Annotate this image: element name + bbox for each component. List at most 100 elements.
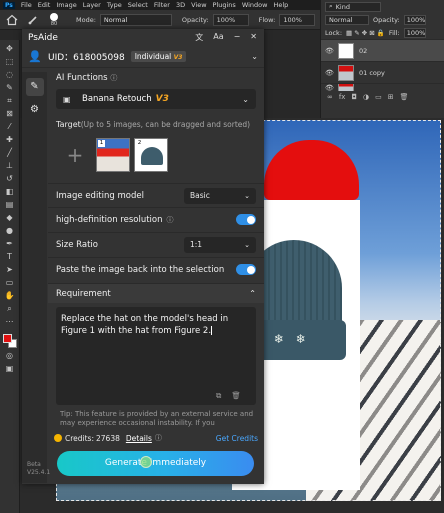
brush-tool-active-icon[interactable]: ╱: [5, 148, 15, 158]
pen-tool-icon[interactable]: ✒: [5, 239, 15, 249]
layer-blend-row: Normal Opacity: 100%: [321, 13, 444, 26]
add-mask-icon[interactable]: ◘: [351, 93, 357, 101]
blur-tool-icon[interactable]: ◆: [5, 213, 15, 223]
font-size-icon[interactable]: Aa: [213, 32, 223, 43]
quick-select-tool-icon[interactable]: ✎: [5, 83, 15, 93]
menu-filter[interactable]: Filter: [154, 1, 170, 9]
credits-row: Credits: 27638 Details ⓘ Get Credits: [48, 431, 264, 445]
clear-text-icon[interactable]: 🗑: [231, 391, 241, 401]
hd-toggle[interactable]: [236, 214, 256, 225]
menu-edit[interactable]: Edit: [38, 1, 51, 9]
prompt-library-icon[interactable]: ⧉: [216, 391, 221, 401]
minimize-icon[interactable]: −: [234, 32, 241, 43]
dodge-tool-icon[interactable]: ●: [5, 226, 15, 236]
frame-tool-icon[interactable]: ⊠: [5, 109, 15, 119]
brush-size-picker[interactable]: 80: [50, 12, 58, 27]
details-link[interactable]: Details: [126, 434, 152, 443]
chevron-down-icon[interactable]: ⌄: [251, 52, 258, 61]
eye-icon[interactable]: 👁: [325, 47, 334, 55]
flow-field[interactable]: 100%: [279, 13, 316, 26]
layer-item[interactable]: 👁 02: [321, 39, 444, 61]
link-layers-icon[interactable]: ∞: [327, 93, 333, 101]
target-image-1[interactable]: 1: [96, 138, 130, 172]
menu-window[interactable]: Window: [242, 1, 268, 9]
menu-plugins[interactable]: Plugins: [213, 1, 236, 9]
ai-function-select[interactable]: ▣ Banana Retouch V3 ⌄: [56, 89, 256, 109]
target-heading: Target(Up to 5 images, can be dragged an…: [56, 120, 250, 129]
size-ratio-select[interactable]: 1:1 ⌄: [184, 236, 256, 253]
new-layer-icon[interactable]: ⊞: [388, 93, 394, 101]
generate-button[interactable]: Generate Immediately: [57, 451, 254, 476]
eye-icon[interactable]: 👁: [325, 69, 334, 77]
menu-layer[interactable]: Layer: [83, 1, 101, 9]
lasso-tool-icon[interactable]: ◌: [5, 70, 15, 80]
new-group-icon[interactable]: ▭: [375, 93, 382, 101]
quick-mask-icon[interactable]: ◎: [5, 351, 15, 361]
fx-icon[interactable]: fx: [339, 93, 346, 101]
paste-back-row: Paste the image back into the selection: [48, 257, 264, 281]
close-icon[interactable]: ✕: [250, 32, 257, 43]
history-brush-tool-icon[interactable]: ↺: [5, 174, 15, 184]
crop-tool-icon[interactable]: ⌗: [5, 96, 15, 106]
account-bar[interactable]: 👤 UID：618005098 Individual V3 ⌄: [22, 46, 264, 68]
translate-icon[interactable]: 文: [195, 32, 203, 43]
photoshop-logo: Ps: [3, 1, 15, 9]
menu-help[interactable]: Help: [273, 1, 288, 9]
menu-file[interactable]: File: [21, 1, 32, 9]
layer-thumbnail: [338, 64, 354, 81]
menu-type[interactable]: Type: [107, 1, 122, 9]
fill-field[interactable]: 100%: [403, 27, 426, 38]
menu-3d[interactable]: 3D: [176, 1, 185, 9]
path-select-tool-icon[interactable]: ➤: [5, 265, 15, 275]
requirement-header[interactable]: Requirement ⌃: [48, 283, 264, 303]
healing-brush-tool-icon[interactable]: ✚: [5, 135, 15, 145]
panel-titlebar: PsAide 文 Aa − ✕: [22, 29, 264, 46]
model-select[interactable]: Basic ⌄: [184, 187, 256, 204]
lock-options-icon[interactable]: ▦ ✎ ✥ ⊠ 🔒: [346, 29, 385, 37]
info-icon[interactable]: ⓘ: [110, 74, 117, 82]
layer-name: 01 copy: [359, 68, 385, 77]
menu-view[interactable]: View: [191, 1, 206, 9]
screen-mode-icon[interactable]: ▣: [5, 364, 15, 374]
add-image-button[interactable]: +: [58, 138, 92, 172]
requirement-text: Replace the hat on the model's head in F…: [61, 314, 229, 336]
clone-stamp-tool-icon[interactable]: ⊥: [5, 161, 15, 171]
rectangle-tool-icon[interactable]: ▭: [5, 278, 15, 288]
adjustment-layer-icon[interactable]: ◑: [363, 93, 369, 101]
eye-icon[interactable]: 👁: [325, 84, 334, 91]
color-swatches[interactable]: [2, 334, 17, 348]
zoom-tool-icon[interactable]: ⌕: [5, 304, 15, 314]
paste-back-toggle[interactable]: [236, 264, 256, 275]
menu-select[interactable]: Select: [128, 1, 148, 9]
home-icon[interactable]: [6, 14, 18, 26]
layers-footer: ∞ fx ◘ ◑ ▭ ⊞ 🗑: [321, 91, 444, 103]
target-hint: (Up to 5 images, can be dragged and sort…: [80, 120, 251, 129]
info-icon[interactable]: ⓘ: [167, 215, 174, 225]
plan-version-badge: V3: [173, 54, 183, 61]
layer-item[interactable]: 👁 01 copy: [321, 61, 444, 83]
eraser-tool-icon[interactable]: ◧: [5, 187, 15, 197]
opacity-field[interactable]: 100%: [212, 13, 249, 26]
eyedropper-tool-icon[interactable]: ⁄: [5, 122, 15, 132]
info-icon[interactable]: ⓘ: [155, 433, 162, 443]
layer-opacity-field[interactable]: 100%: [403, 14, 426, 25]
hand-tool-icon[interactable]: ✋: [5, 291, 15, 301]
edit-pen-icon[interactable]: ✎: [25, 78, 44, 96]
gradient-tool-icon[interactable]: ▤: [5, 200, 15, 210]
trash-icon[interactable]: 🗑: [400, 93, 409, 101]
type-tool-icon[interactable]: T: [5, 252, 15, 262]
more-tools-icon[interactable]: ⋯: [5, 317, 15, 327]
move-tool-icon[interactable]: ✥: [5, 44, 15, 54]
layer-kind-filter[interactable]: ⌕ Kind: [325, 1, 381, 12]
target-image-2[interactable]: 2: [134, 138, 168, 172]
version-label: V25.4.1: [27, 469, 51, 476]
settings-gear-icon[interactable]: ⚙: [29, 104, 41, 116]
layer-item[interactable]: 👁 01: [321, 83, 444, 91]
marquee-tool-icon[interactable]: ⬚: [5, 57, 15, 67]
mode-select[interactable]: Normal: [99, 13, 172, 26]
foreground-color-swatch[interactable]: [2, 334, 12, 343]
menu-image[interactable]: Image: [56, 1, 76, 9]
layer-blend-mode-select[interactable]: Normal: [325, 14, 369, 25]
brush-tool-icon[interactable]: [28, 15, 38, 25]
get-credits-link[interactable]: Get Credits: [216, 434, 258, 443]
